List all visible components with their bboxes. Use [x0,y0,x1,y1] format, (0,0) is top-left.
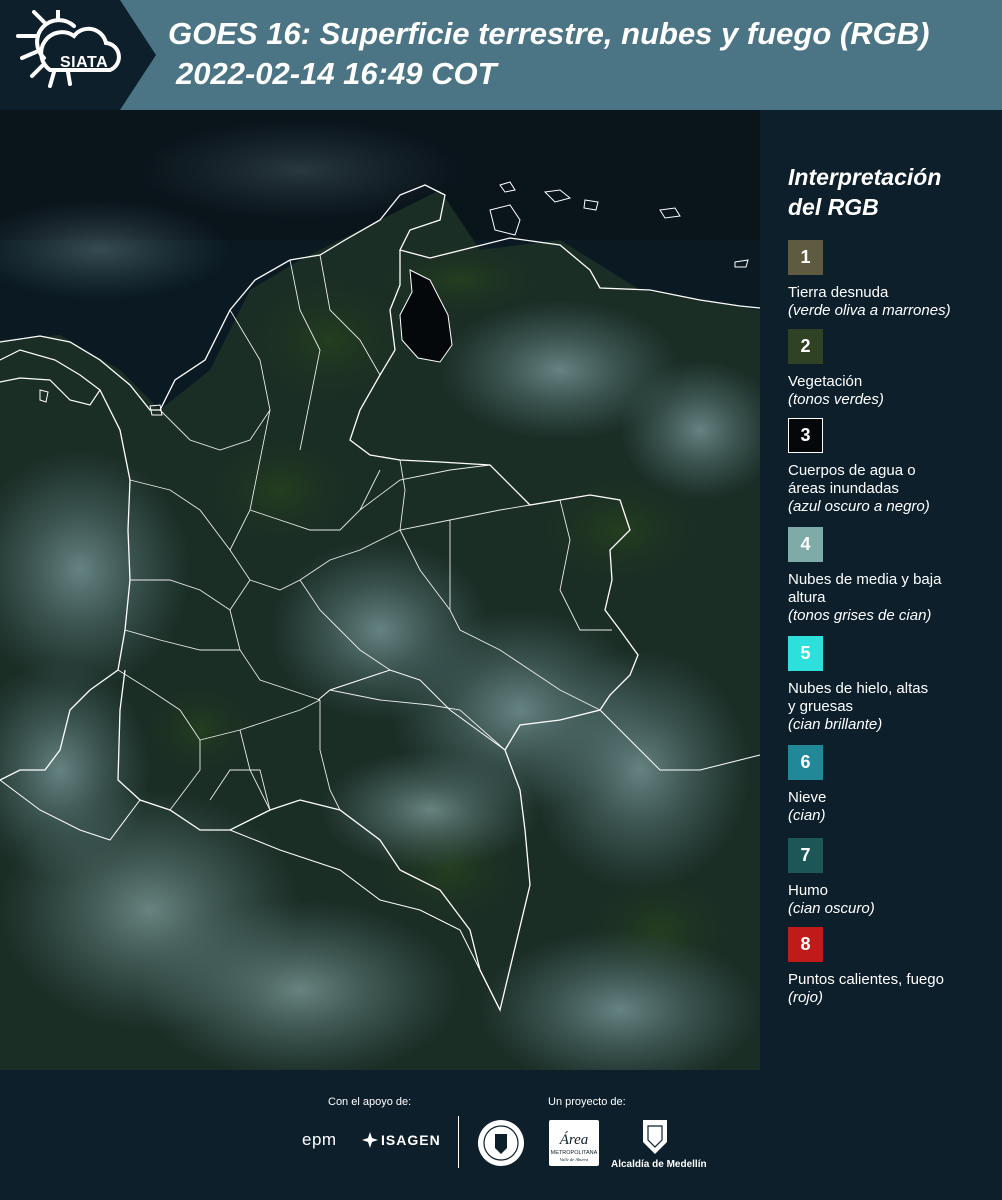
legend-swatch: 8 [788,927,823,962]
legend-swatch: 7 [788,838,823,873]
isagen-logo: ISAGEN [362,1132,441,1148]
legend-item: 7 Humo (cian oscuro) [788,838,998,918]
header: SIATA GOES 16: Superficie terrestre, nub… [0,0,1002,110]
legend-swatch: 2 [788,329,823,364]
isagen-star-icon [362,1132,378,1148]
legend-item: 2 Vegetación (tonos verdes) [788,329,998,409]
legend-sublabel: (verde oliva a marrones) [788,302,951,319]
legend-label: Nubes de media y baja altura [788,571,942,606]
legend-sublabel: (cian oscuro) [788,900,875,917]
legend-swatch: 6 [788,745,823,780]
legend-swatch: 5 [788,636,823,671]
footer-divider [458,1116,459,1168]
area-logo-name: Área [559,1131,589,1148]
legend-sublabel: (tonos verdes) [788,391,884,408]
legend-swatch: 4 [788,527,823,562]
alcaldia-shield-icon [640,1118,670,1156]
legend-label: Humo [788,882,829,899]
page-title: GOES 16: Superficie terrestre, nubes y f… [168,14,998,94]
legend-label: Puntos calientes, fuego [788,971,944,988]
legend-sublabel: (azul oscuro a negro) [788,498,930,515]
legend-title-line-2: del RGB [788,194,879,220]
footer: Con el apoyo de: Un proyecto de: epm ISA… [0,1070,1002,1200]
area-metropolitana-logo: Área METROPOLITANA Valle de Aburrá [549,1120,599,1166]
legend-label: Cuerpos de agua o áreas inundadas [788,462,916,497]
legend-title-line-1: Interpretación [788,164,942,190]
legend-item: 5 Nubes de hielo, altas y gruesas (cian br… [788,636,998,734]
area-logo-subtitle: METROPOLITANA [551,1150,598,1156]
rgb-satellite-image [0,110,760,1070]
legend-item: 8 Puntos calientes, fuego (rojo) [788,927,998,1007]
project-label: Un proyecto de: [548,1096,626,1108]
satellite-map[interactable] [0,110,760,1070]
legend-swatch: 1 [788,240,823,275]
siata-logo: SIATA [14,6,126,100]
alcaldia-name: Alcaldía de Medellín [611,1159,707,1170]
legend-item: 1 Tierra desnuda (verde oliva a marrones) [788,240,998,320]
legend-sublabel: (rojo) [788,989,824,1006]
legend-sublabel: (cian brillante) [788,716,883,733]
university-seal-icon [476,1118,526,1168]
legend-swatch: 3 [788,418,823,453]
title-line-1: GOES 16: Superficie terrestre, nubes y f… [168,16,930,51]
siata-logo-text: SIATA [60,54,109,71]
epm-logo: epm [302,1130,337,1149]
area-logo-region: Valle de Aburrá [560,1157,589,1162]
legend-item: 4 Nubes de media y baja altura (tonos gris… [788,527,998,625]
legend-panel: Interpretación del RGB 1 Tierra desnuda (v… [760,110,1002,1070]
legend-item: 6 Nieve (cian) [788,745,998,825]
legend-title: Interpretación del RGB [788,162,988,222]
legend-label: Nubes de hielo, altas y gruesas [788,680,929,715]
isagen-text: ISAGEN [381,1132,441,1148]
legend-label: Vegetación [788,373,863,390]
legend-label: Tierra desnuda [788,284,889,301]
legend-label: Nieve [788,789,827,806]
support-label: Con el apoyo de: [328,1096,412,1108]
legend-item: 3 Cuerpos de agua o áreas inundadas (azul … [788,418,998,516]
title-timestamp: 2022-02-14 16:49 COT [176,56,497,91]
legend-sublabel: (tonos grises de cian) [788,607,932,624]
legend-sublabel: (cian) [788,807,826,824]
